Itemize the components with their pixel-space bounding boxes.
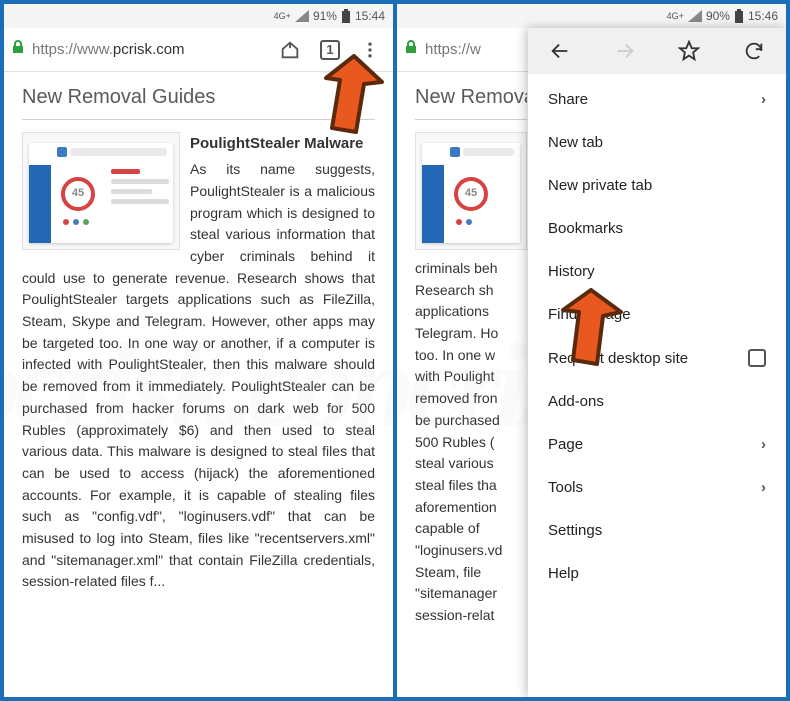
- battery-text: 90%: [706, 9, 730, 23]
- menu-addons[interactable]: Add-ons: [528, 380, 786, 423]
- status-bar: 4G+ 90% 15:46: [397, 4, 786, 28]
- url-truncated: https://w: [425, 41, 481, 58]
- status-bar: 4G+ 91% 15:44: [4, 4, 393, 28]
- url-prefix: www.: [77, 41, 113, 58]
- battery-text: 91%: [313, 9, 337, 23]
- menu-history[interactable]: History: [528, 250, 786, 293]
- checkbox-icon[interactable]: [748, 349, 766, 367]
- tab-count: 1: [320, 40, 340, 60]
- page-title: New Removal Guides: [22, 86, 375, 120]
- url-protocol: https://: [32, 41, 77, 58]
- reload-icon[interactable]: [722, 28, 787, 73]
- network-label: 4G+: [667, 11, 684, 21]
- address-bar: https://www.pcrisk.com 1: [4, 28, 393, 72]
- article-thumbnail[interactable]: 45: [415, 132, 527, 250]
- menu-settings[interactable]: Settings: [528, 509, 786, 552]
- overflow-menu-icon[interactable]: [353, 33, 387, 67]
- thumbnail-score: 45: [61, 177, 95, 211]
- url-domain: pcrisk.com: [113, 41, 185, 58]
- menu-list: Share› New tab New private tab Bookmarks…: [528, 74, 786, 599]
- screenshot-left: 4G+ 91% 15:44 https://www.pcrisk.com 1 p…: [4, 4, 393, 697]
- overflow-menu: Share› New tab New private tab Bookmarks…: [528, 28, 786, 697]
- article: 45 PoulightStealer Malware As its name s…: [22, 132, 375, 593]
- menu-page[interactable]: Page›: [528, 423, 786, 466]
- network-label: 4G+: [274, 11, 291, 21]
- battery-icon: [734, 9, 744, 23]
- url-display[interactable]: https://www.pcrisk.com: [32, 41, 267, 58]
- signal-icon: [295, 10, 309, 22]
- menu-bookmarks[interactable]: Bookmarks: [528, 207, 786, 250]
- tabs-button[interactable]: 1: [313, 33, 347, 67]
- back-icon[interactable]: [528, 28, 593, 73]
- thumbnail-score: 45: [454, 177, 488, 211]
- menu-share[interactable]: Share›: [528, 78, 786, 121]
- lock-icon: [10, 39, 26, 60]
- chevron-right-icon: ›: [761, 479, 766, 496]
- signal-icon: [688, 10, 702, 22]
- clock-text: 15:44: [355, 9, 385, 23]
- menu-new-private-tab[interactable]: New private tab: [528, 164, 786, 207]
- article: 45 criminals behResearch shapplicationsT…: [415, 132, 527, 627]
- menu-nav-bar: [528, 28, 786, 74]
- menu-request-desktop[interactable]: Request desktop site: [528, 336, 786, 380]
- lock-icon: [403, 39, 419, 60]
- chevron-right-icon: ›: [761, 436, 766, 453]
- battery-icon: [341, 9, 351, 23]
- menu-find-in-page[interactable]: Find in page: [528, 293, 786, 336]
- chevron-right-icon: ›: [761, 91, 766, 108]
- menu-tools[interactable]: Tools›: [528, 466, 786, 509]
- page-content: pcrisk.com New Removal Guides 45 Pouligh…: [4, 72, 393, 697]
- screenshot-right: 4G+ 90% 15:46 https://w pcrisk.com New R…: [397, 4, 786, 697]
- article-thumbnail[interactable]: 45: [22, 132, 180, 250]
- menu-new-tab[interactable]: New tab: [528, 121, 786, 164]
- home-icon[interactable]: [273, 33, 307, 67]
- clock-text: 15:46: [748, 9, 778, 23]
- menu-help[interactable]: Help: [528, 552, 786, 595]
- forward-icon: [593, 28, 658, 73]
- page-title: New Removal Guides: [415, 86, 527, 120]
- bookmark-star-icon[interactable]: [657, 28, 722, 73]
